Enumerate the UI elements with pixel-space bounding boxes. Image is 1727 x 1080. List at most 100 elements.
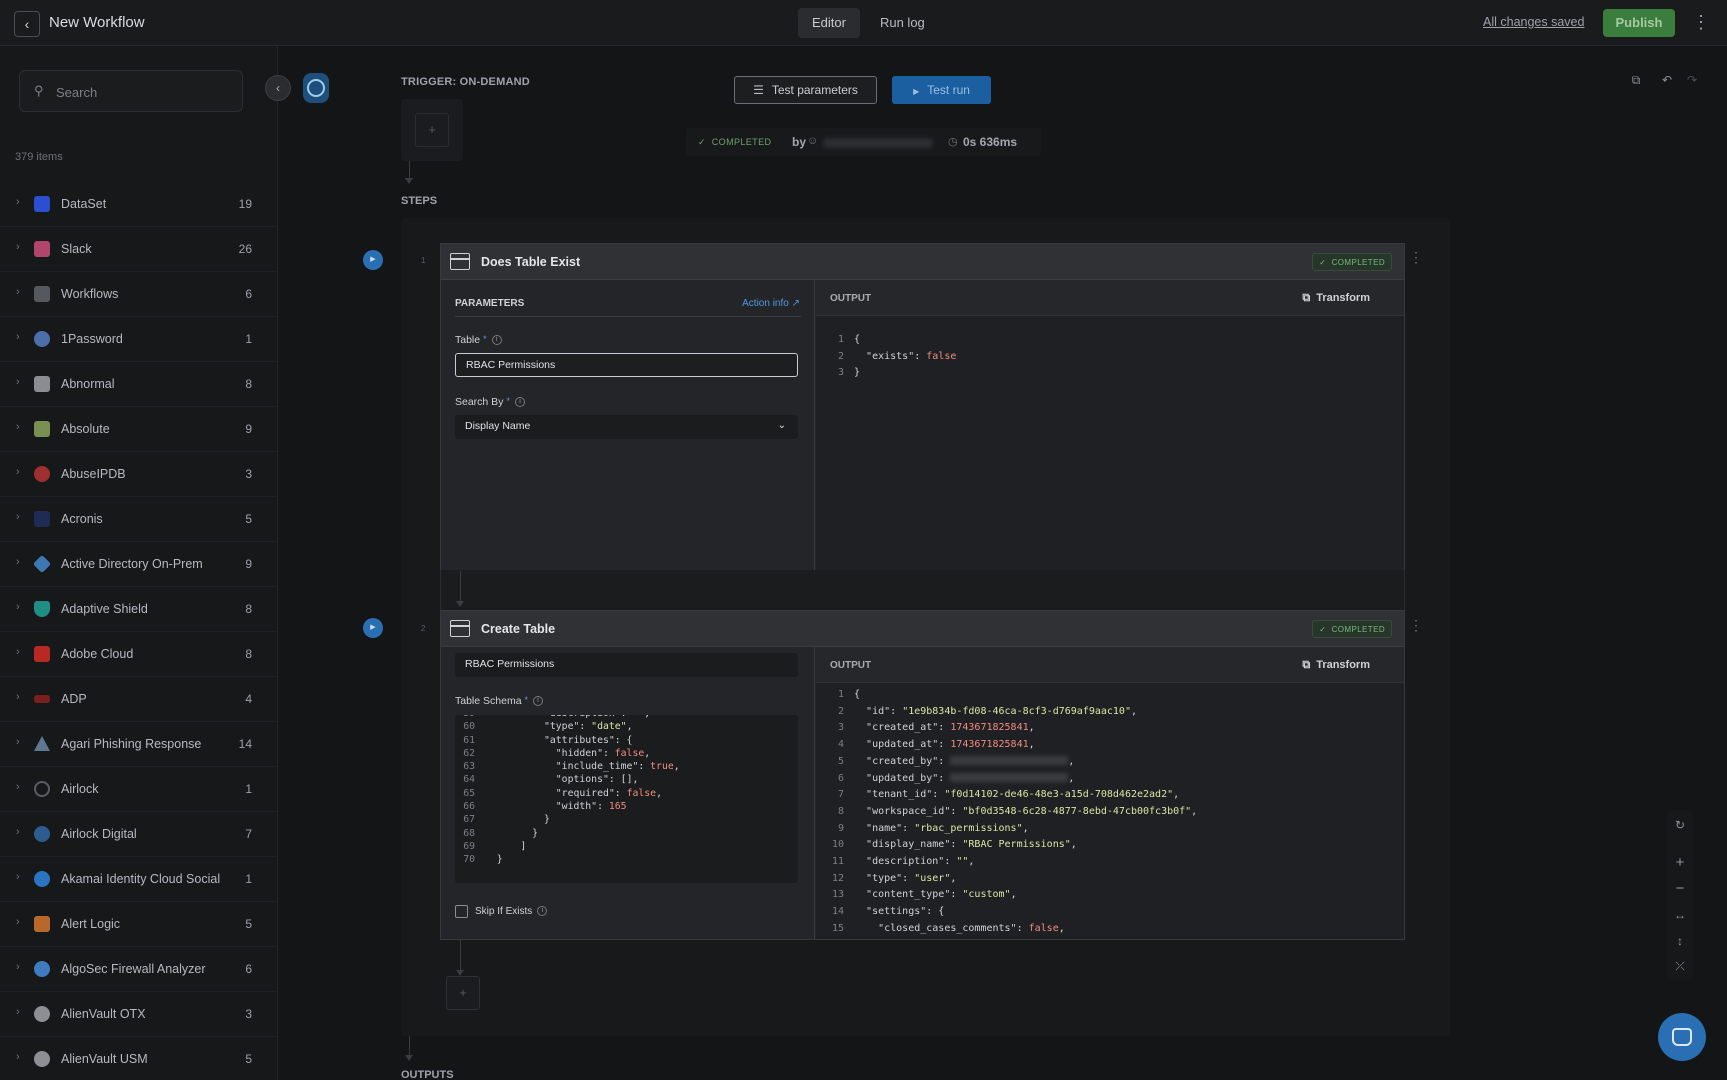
sidebar-item-label: Abnormal bbox=[61, 377, 115, 391]
output-header: OUTPUT ⧉ Transform bbox=[816, 280, 1404, 316]
sidebar-item-count: 6 bbox=[245, 962, 252, 976]
test-parameters-button[interactable]: ☰ Test parameters bbox=[734, 76, 877, 104]
skip-if-exists-checkbox[interactable] bbox=[455, 905, 468, 918]
dataset-logo-icon bbox=[34, 196, 50, 212]
more-vertical-icon[interactable]: ⋮ bbox=[1692, 12, 1710, 34]
search-by-select[interactable]: Display Name ⌄ bbox=[455, 415, 798, 439]
sidebar-item-algosec[interactable]: › AlgoSec Firewall Analyzer 6 bbox=[0, 947, 277, 992]
sidebar-item-airlock-digital[interactable]: › Airlock Digital 7 bbox=[0, 812, 277, 857]
sidebar-item-acronis[interactable]: › Acronis 5 bbox=[0, 497, 277, 542]
add-trigger-button[interactable]: + bbox=[415, 113, 449, 147]
zoom-out-icon[interactable]: − bbox=[1669, 878, 1691, 900]
test-run-button[interactable]: ▶ Test run bbox=[892, 76, 991, 104]
add-step-button[interactable]: + bbox=[446, 976, 480, 1010]
sidebar-item-adobe-cloud[interactable]: › Adobe Cloud 8 bbox=[0, 632, 277, 677]
sidebar-item-count: 1 bbox=[245, 332, 252, 346]
airlock-digital-logo-icon bbox=[34, 826, 50, 842]
table-input[interactable]: RBAC Permissions bbox=[455, 353, 798, 377]
transform-button[interactable]: ⧉ Transform bbox=[1302, 659, 1370, 672]
sidebar-item-slack[interactable]: › Slack 26 bbox=[0, 227, 277, 272]
alienvault-logo-icon bbox=[34, 1051, 50, 1067]
sidebar-item-adaptive-shield[interactable]: › Adaptive Shield 8 bbox=[0, 587, 277, 632]
parameters-label: PARAMETERS bbox=[455, 298, 525, 309]
sidebar-item-label: 1Password bbox=[61, 332, 123, 346]
fit-height-icon[interactable]: ↕ bbox=[1669, 930, 1691, 952]
sidebar-item-label: Slack bbox=[61, 242, 92, 256]
chevron-right-icon: › bbox=[16, 466, 20, 478]
test-parameters-label: Test parameters bbox=[771, 83, 858, 97]
schema-json: 59 "description": "", 60 "type": "date",… bbox=[463, 715, 680, 866]
sidebar-item-alienvault-otx[interactable]: › AlienVault OTX 3 bbox=[0, 992, 277, 1037]
sidebar-item-airlock[interactable]: › Airlock 1 bbox=[0, 767, 277, 812]
run-by-label: by bbox=[792, 135, 807, 149]
run-step-1-button[interactable]: ▶ bbox=[363, 250, 383, 270]
publish-button[interactable]: Publish bbox=[1603, 9, 1675, 37]
collapse-sidebar-button[interactable]: ‹ bbox=[265, 75, 291, 101]
sidebar-item-label: Workflows bbox=[61, 287, 119, 301]
step-header[interactable]: Create Table ✓ COMPLETED bbox=[441, 611, 1404, 647]
sidebar-item-alert-logic[interactable]: › Alert Logic 5 bbox=[0, 902, 277, 947]
sidebar-item-agari[interactable]: › Agari Phishing Response 14 bbox=[0, 722, 277, 767]
undo-icon[interactable]: ↶ bbox=[1656, 69, 1678, 91]
check-icon: ✓ bbox=[698, 137, 706, 147]
copilot-icon bbox=[307, 79, 325, 97]
chevron-right-icon: › bbox=[16, 646, 20, 658]
more-vertical-icon[interactable]: ⋮ bbox=[1409, 618, 1423, 640]
action-info-link[interactable]: Action info ↗ bbox=[742, 298, 800, 309]
check-icon: ✓ bbox=[1319, 258, 1327, 267]
sidebar-item-1password[interactable]: › 1Password 1 bbox=[0, 317, 277, 362]
sidebar-item-count: 5 bbox=[245, 917, 252, 931]
sidebar-item-label: Akamai Identity Cloud Social bbox=[61, 872, 221, 886]
sidebar-item-workflows[interactable]: › Workflows 6 bbox=[0, 272, 277, 317]
connector-arrow bbox=[405, 178, 413, 184]
fit-width-icon[interactable]: ↔ bbox=[1669, 904, 1691, 926]
step-connector-area bbox=[440, 570, 1405, 610]
chevron-right-icon: › bbox=[16, 421, 20, 433]
tab-run-log[interactable]: Run log bbox=[866, 8, 939, 38]
tab-editor[interactable]: Editor bbox=[798, 8, 860, 38]
zoom-in-icon[interactable]: + bbox=[1669, 852, 1691, 874]
sidebar-item-count: 8 bbox=[245, 602, 252, 616]
run-step-2-button[interactable]: ▶ bbox=[363, 618, 383, 638]
search-input[interactable] bbox=[56, 82, 236, 102]
collapse-all-icon[interactable]: ⤫ bbox=[1669, 955, 1691, 977]
more-vertical-icon[interactable]: ⋮ bbox=[1409, 250, 1423, 272]
sidebar-item-absolute[interactable]: › Absolute 9 bbox=[0, 407, 277, 452]
info-icon: i bbox=[514, 397, 525, 408]
adp-logo-icon bbox=[34, 695, 50, 703]
sidebar-item-abnormal[interactable]: › Abnormal 8 bbox=[0, 362, 277, 407]
sidebar-item-label: AlienVault USM bbox=[61, 1052, 148, 1066]
chat-support-button[interactable] bbox=[1658, 1013, 1706, 1061]
sidebar-item-alienvault-usm[interactable]: › AlienVault USM 5 bbox=[0, 1037, 277, 1080]
reset-view-icon[interactable]: ↻ bbox=[1669, 814, 1691, 836]
sidebar-item-dataset[interactable]: › DataSet 19 bbox=[0, 182, 277, 227]
sidebar-item-abuseipdb[interactable]: › AbuseIPDB 3 bbox=[0, 452, 277, 497]
transform-button[interactable]: ⧉ Transform bbox=[1302, 292, 1370, 305]
view-tabs: Editor Run log bbox=[798, 8, 939, 38]
airlock-logo-icon bbox=[34, 781, 50, 797]
search-icon: ⚲ bbox=[34, 83, 44, 98]
table-schema-editor[interactable]: 59 "description": "", 60 "type": "date",… bbox=[455, 715, 798, 883]
trigger-label: TRIGGER: ON-DEMAND bbox=[401, 76, 530, 88]
transform-icon: ⧉ bbox=[1302, 659, 1311, 671]
ai-assistant-button[interactable] bbox=[303, 73, 329, 103]
sidebar-item-active-directory[interactable]: › Active Directory On-Prem 9 bbox=[0, 542, 277, 587]
back-button[interactable]: ‹ bbox=[14, 11, 40, 37]
sidebar-item-label: AbuseIPDB bbox=[61, 467, 126, 481]
sidebar-item-count: 3 bbox=[245, 1007, 252, 1021]
info-icon: i bbox=[537, 906, 548, 917]
step-title: Does Table Exist bbox=[481, 255, 581, 269]
sidebar-item-count: 1 bbox=[245, 782, 252, 796]
chevron-right-icon: › bbox=[16, 871, 20, 883]
sidebar-item-adp[interactable]: › ADP 4 bbox=[0, 677, 277, 722]
sidebar-item-label: Alert Logic bbox=[61, 917, 121, 931]
sidebar-item-akamai[interactable]: › Akamai Identity Cloud Social 1 bbox=[0, 857, 277, 902]
output-json[interactable]: 1{ 2 "id": "1e9b834b-fd08-46ca-8cf3-d769… bbox=[830, 687, 1197, 938]
save-status-link[interactable]: All changes saved bbox=[1483, 15, 1584, 29]
name-input[interactable]: RBAC Permissions bbox=[455, 653, 798, 677]
steps-label: STEPS bbox=[401, 195, 438, 207]
duplicate-icon[interactable]: ⧉ bbox=[1625, 69, 1647, 91]
step-header[interactable]: Does Table Exist ✓ COMPLETED bbox=[441, 244, 1404, 280]
redo-icon[interactable]: ↷ bbox=[1681, 69, 1703, 91]
output-json[interactable]: 1{ 2 "exists": false 3} bbox=[830, 332, 956, 382]
